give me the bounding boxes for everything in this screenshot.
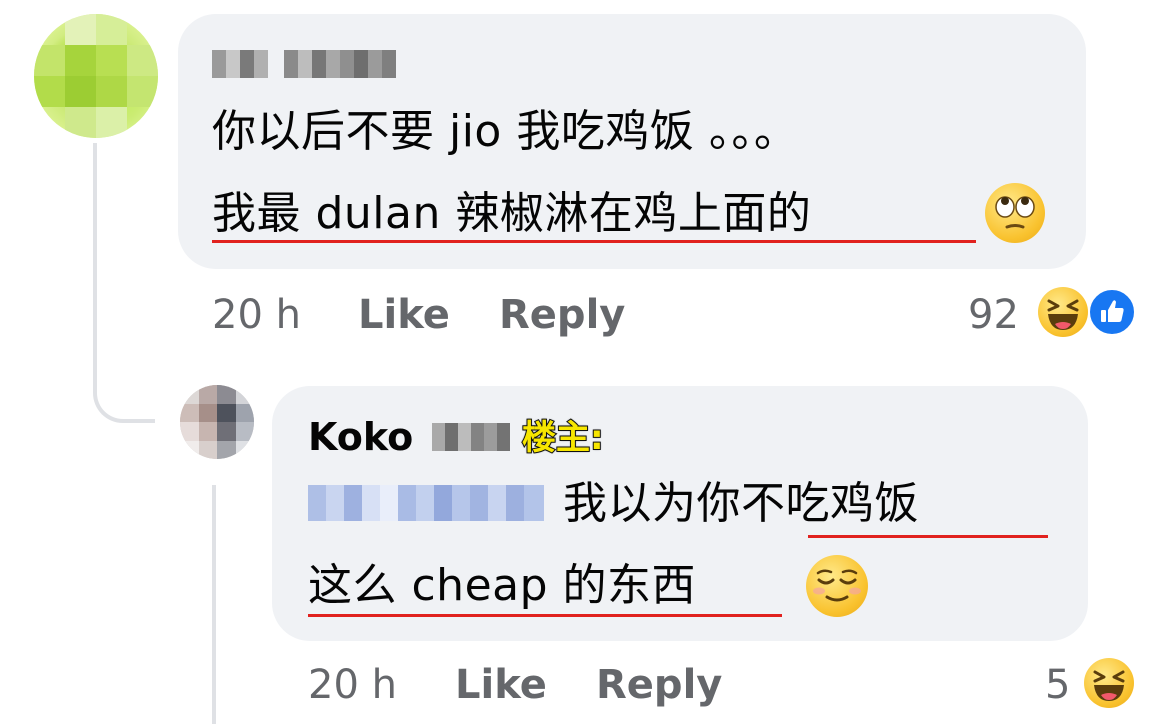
red-underline	[212, 240, 976, 243]
comment-timestamp[interactable]: 20 h	[308, 661, 397, 709]
author-surname-blurred	[432, 423, 510, 451]
reply-button[interactable]: Reply	[596, 661, 722, 709]
comment-text-line1: 你以后不要 jio 我吃鸡饭 。。。	[212, 106, 799, 157]
rolling-eyes-emoji-icon	[985, 183, 1045, 243]
thread-connector	[93, 143, 155, 423]
reaction-count[interactable]: 5	[1045, 661, 1070, 709]
mention-tag-blurred[interactable]	[308, 485, 544, 521]
original-poster-badge: 楼主:	[521, 417, 605, 459]
thread-connector	[212, 485, 216, 724]
comment-text-line2: 我最 dulan 辣椒淋在鸡上面的	[212, 188, 812, 239]
author-name-blurred[interactable]	[212, 50, 412, 78]
avatar[interactable]	[34, 14, 158, 138]
reply-button[interactable]: Reply	[499, 291, 625, 339]
like-button[interactable]: Like	[358, 291, 450, 339]
red-underline	[808, 535, 1048, 538]
relieved-face-emoji-icon	[806, 555, 868, 617]
like-button[interactable]: Like	[455, 661, 547, 709]
author-name[interactable]: Koko	[308, 414, 413, 460]
comment-text-line1: 我以为你不吃鸡饭	[563, 478, 919, 529]
haha-icon[interactable]	[1038, 287, 1088, 337]
avatar[interactable]	[180, 385, 254, 459]
haha-icon[interactable]	[1084, 658, 1134, 708]
comment-timestamp[interactable]: 20 h	[212, 291, 301, 339]
like-icon[interactable]	[1087, 287, 1137, 337]
reaction-count[interactable]: 92	[968, 291, 1019, 339]
comment-text-line2: 这么 cheap 的东西	[308, 560, 697, 611]
red-underline	[308, 614, 782, 617]
